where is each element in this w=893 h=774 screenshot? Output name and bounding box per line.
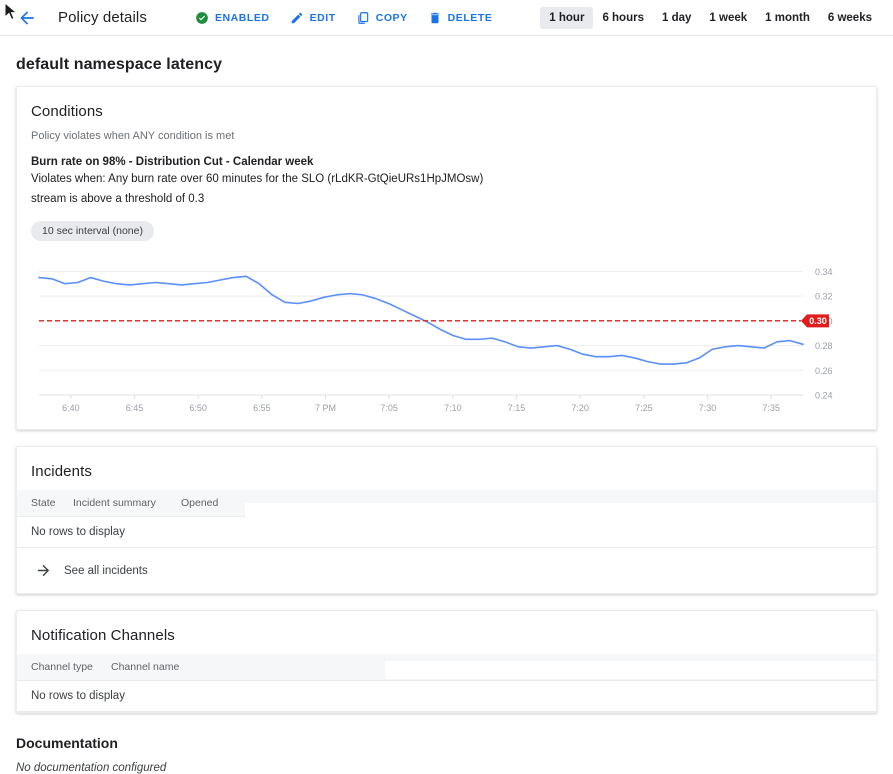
edit-button[interactable]: EDIT	[280, 7, 346, 29]
enabled-status-button[interactable]: ENABLED	[185, 7, 280, 29]
notification-channels-heading: Notification Channels	[17, 611, 876, 644]
chart-x-tick-label: 7:30	[699, 403, 717, 413]
pencil-icon	[290, 11, 304, 25]
copy-icon	[356, 11, 370, 25]
burn-rate-chart[interactable]: 0.34 0.32 0.30 0.28 0.26 0.24 6:40 6:45 6:50 6:55…	[17, 251, 876, 421]
chart-x-tick-label: 7 PM	[315, 403, 336, 413]
chart-threshold-badge-label: 0.30	[809, 317, 827, 327]
app-bar: Policy details ENABLED EDIT COPY	[0, 0, 893, 36]
time-range-6-hours[interactable]: 6 hours	[593, 7, 653, 29]
incidents-empty-row: No rows to display	[17, 517, 876, 548]
chart-y-tick-label: 0.34	[815, 267, 833, 277]
incidents-header-bg-mask	[245, 503, 876, 520]
incidents-empty-text: No rows to display	[17, 517, 876, 548]
chart-y-tick-label: 0.32	[815, 292, 833, 302]
chart-x-tick-label: 7:15	[508, 403, 526, 413]
delete-label: DELETE	[448, 12, 493, 24]
incidents-col-opened[interactable]: Opened	[181, 490, 239, 517]
condition-line-2: stream is above a threshold of 0.3	[17, 188, 717, 208]
documentation-body: No documentation configured	[16, 762, 893, 774]
action-bar: ENABLED EDIT COPY DELETE	[185, 7, 502, 29]
chart-x-tick-label: 6:50	[189, 403, 207, 413]
incidents-heading: Incidents	[17, 447, 876, 480]
delete-button[interactable]: DELETE	[418, 7, 503, 29]
incidents-card: Incidents State Incident summary Opened …	[16, 446, 877, 594]
chip-row: 10 sec interval (none)	[17, 207, 876, 241]
channels-col-type[interactable]: Channel type	[17, 654, 111, 681]
interval-chip[interactable]: 10 sec interval (none)	[31, 221, 154, 241]
page-content: default namespace latency Conditions Pol…	[0, 56, 893, 774]
time-range-6-weeks[interactable]: 6 weeks	[819, 7, 881, 29]
channels-empty-row: No rows to display	[17, 681, 876, 712]
chart-y-tick-label: 0.26	[815, 366, 833, 376]
chart-x-tick-label: 6:55	[253, 403, 271, 413]
see-all-incidents-button[interactable]: See all incidents	[17, 548, 876, 593]
notification-channels-card: Notification Channels Channel type Chann…	[16, 610, 877, 713]
chart-x-tick-label: 6:45	[126, 403, 144, 413]
check-circle-icon	[195, 11, 209, 25]
chart-y-tick-label: 0.24	[815, 391, 833, 401]
edit-label: EDIT	[310, 12, 336, 24]
arrow-right-icon	[35, 562, 52, 579]
documentation-heading: Documentation	[16, 735, 893, 751]
copy-button[interactable]: COPY	[346, 7, 418, 29]
chart-x-tick-label: 7:20	[571, 403, 589, 413]
policy-name-heading: default namespace latency	[16, 56, 893, 74]
conditions-subtitle: Policy violates when ANY condition is me…	[17, 120, 876, 142]
channels-empty-text: No rows to display	[17, 681, 876, 712]
page-title: Policy details	[58, 9, 147, 26]
chart-x-tick-label: 7:05	[380, 403, 398, 413]
channels-col-name[interactable]: Channel name	[111, 654, 221, 681]
chart-x-tick-label: 7:35	[762, 403, 780, 413]
conditions-heading: Conditions	[17, 87, 876, 120]
time-range-1-month[interactable]: 1 month	[756, 7, 819, 29]
back-button[interactable]	[14, 5, 40, 31]
chart-x-tick-label: 7:10	[444, 403, 462, 413]
see-all-incidents-label: See all incidents	[64, 565, 148, 577]
time-range-selector: 1 hour 6 hours 1 day 1 week 1 month 6 we…	[540, 7, 881, 29]
condition-title: Burn rate on 98% - Distribution Cut - Ca…	[17, 142, 876, 168]
enabled-label: ENABLED	[215, 12, 270, 24]
condition-line-1: Violates when: Any burn rate over 60 min…	[17, 168, 717, 188]
time-range-1-hour[interactable]: 1 hour	[540, 7, 593, 29]
arrow-back-icon	[17, 8, 37, 28]
channels-header-bg-mask	[385, 661, 876, 679]
conditions-card: Conditions Policy violates when ANY cond…	[16, 86, 877, 430]
time-range-1-day[interactable]: 1 day	[653, 7, 700, 29]
chart-x-tick-label: 6:40	[62, 403, 80, 413]
trash-icon	[428, 11, 442, 25]
incidents-col-state[interactable]: State	[17, 490, 73, 517]
chart-y-tick-label: 0.28	[815, 341, 833, 351]
copy-label: COPY	[376, 12, 408, 24]
time-range-1-week[interactable]: 1 week	[700, 7, 756, 29]
incidents-col-summary[interactable]: Incident summary	[73, 490, 181, 517]
chart-x-tick-label: 7:25	[635, 403, 653, 413]
burn-rate-chart-svg: 0.34 0.32 0.30 0.28 0.26 0.24 6:40 6:45 6:50 6:55…	[17, 251, 876, 421]
